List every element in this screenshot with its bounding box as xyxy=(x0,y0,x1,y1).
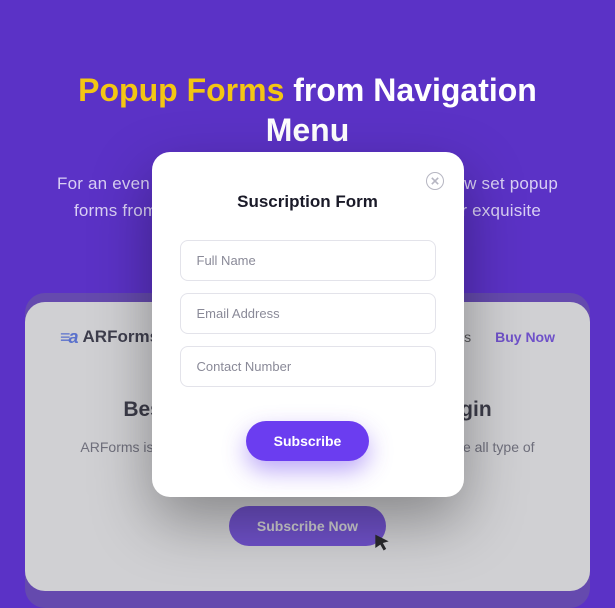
subscribe-button[interactable]: Subscribe xyxy=(246,421,370,461)
brand-logo-icon: ≡a xyxy=(60,327,77,348)
hero-title: Popup Forms from Navigation Menu xyxy=(40,70,575,150)
contact-input[interactable] xyxy=(180,346,436,387)
close-button[interactable] xyxy=(426,172,444,190)
modal-title: Suscription Form xyxy=(180,192,436,212)
brand-logo[interactable]: ≡a ARForms xyxy=(60,327,159,348)
cursor-icon xyxy=(372,533,392,556)
subscribe-now-button[interactable]: Subscribe Now xyxy=(229,506,386,546)
hero-title-accent: Popup Forms xyxy=(78,72,284,108)
close-icon xyxy=(431,177,439,185)
nav-link-buy[interactable]: Buy Now xyxy=(495,329,555,345)
email-input[interactable] xyxy=(180,293,436,334)
subscribe-now-label: Subscribe Now xyxy=(257,518,358,534)
subscription-modal: Suscription Form Subscribe xyxy=(152,152,464,497)
brand-name: ARForms xyxy=(83,327,160,347)
fullname-input[interactable] xyxy=(180,240,436,281)
hero-title-rest: from Navigation Menu xyxy=(266,72,537,148)
